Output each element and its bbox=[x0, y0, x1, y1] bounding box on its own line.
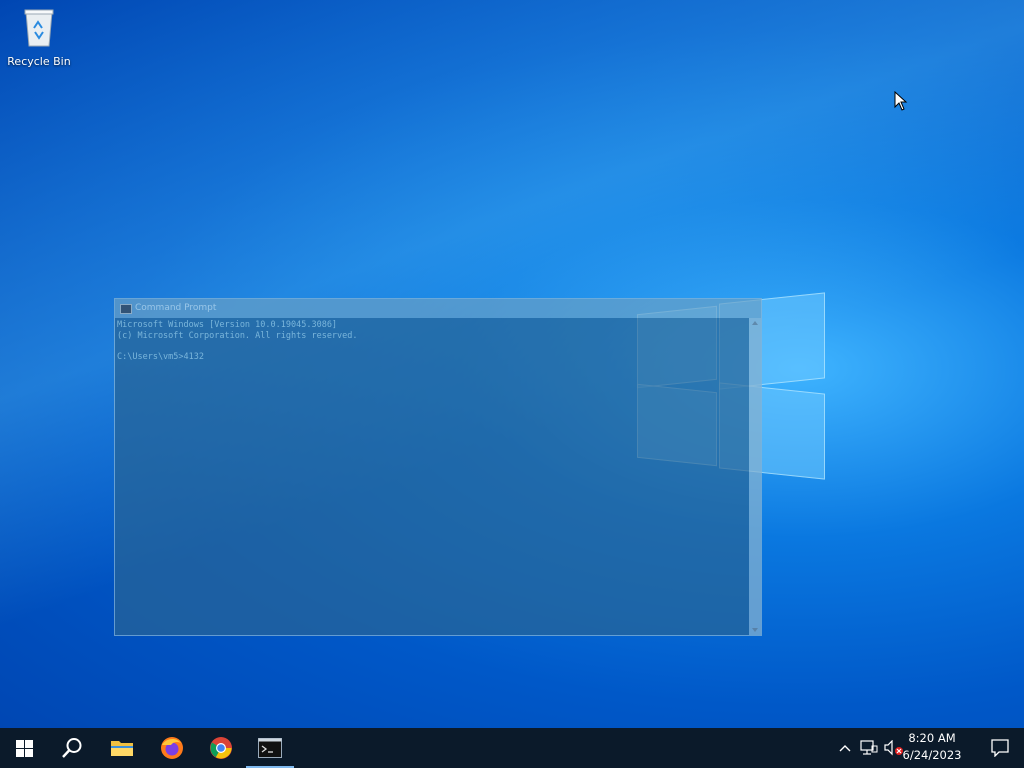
firefox-button[interactable] bbox=[148, 728, 196, 768]
chrome-button[interactable] bbox=[197, 728, 245, 768]
command-prompt-window[interactable]: Command Prompt Microsoft Windows [Versio… bbox=[114, 298, 762, 636]
chevron-up-icon[interactable] bbox=[838, 743, 852, 753]
action-center-button[interactable] bbox=[984, 728, 1016, 768]
scroll-down-arrow-icon[interactable] bbox=[752, 628, 758, 632]
windows-start-icon bbox=[15, 739, 33, 757]
terminal-icon bbox=[120, 304, 132, 314]
search-button[interactable] bbox=[48, 728, 96, 768]
console-line: Microsoft Windows [Version 10.0.19045.30… bbox=[117, 320, 338, 330]
taskbar-clock[interactable]: 8:20 AM 6/24/2023 bbox=[897, 730, 967, 764]
vertical-scrollbar[interactable] bbox=[749, 318, 761, 635]
mouse-cursor-icon bbox=[894, 91, 908, 111]
terminal-icon bbox=[258, 738, 282, 758]
file-explorer-button[interactable] bbox=[98, 728, 146, 768]
recycle-bin-icon bbox=[24, 9, 54, 47]
console-line: (c) Microsoft Corporation. All rights re… bbox=[117, 330, 358, 341]
action-center-icon bbox=[991, 739, 1009, 757]
clock-date: 6/24/2023 bbox=[902, 748, 962, 762]
system-tray bbox=[838, 728, 904, 768]
scroll-up-arrow-icon[interactable] bbox=[752, 321, 758, 325]
search-icon bbox=[62, 738, 82, 758]
clock-time: 8:20 AM bbox=[908, 731, 956, 745]
network-icon[interactable] bbox=[860, 740, 878, 756]
console-prompt-line: C:\Users\vm5>4132 bbox=[117, 351, 204, 362]
chrome-icon bbox=[210, 737, 232, 759]
recycle-bin-label: Recycle Bin bbox=[7, 55, 71, 68]
window-title: Command Prompt bbox=[135, 303, 217, 313]
command-prompt-taskbar-button[interactable] bbox=[246, 728, 294, 768]
folder-icon bbox=[111, 741, 133, 756]
command-prompt-titlebar[interactable]: Command Prompt bbox=[115, 299, 761, 318]
firefox-icon bbox=[161, 737, 183, 759]
desktop-icon-recycle-bin[interactable]: Recycle Bin bbox=[4, 6, 74, 68]
taskbar: 8:20 AM 6/24/2023 bbox=[0, 728, 1024, 768]
start-button[interactable] bbox=[0, 728, 48, 768]
console-output[interactable]: Microsoft Windows [Version 10.0.19045.30… bbox=[115, 318, 749, 635]
